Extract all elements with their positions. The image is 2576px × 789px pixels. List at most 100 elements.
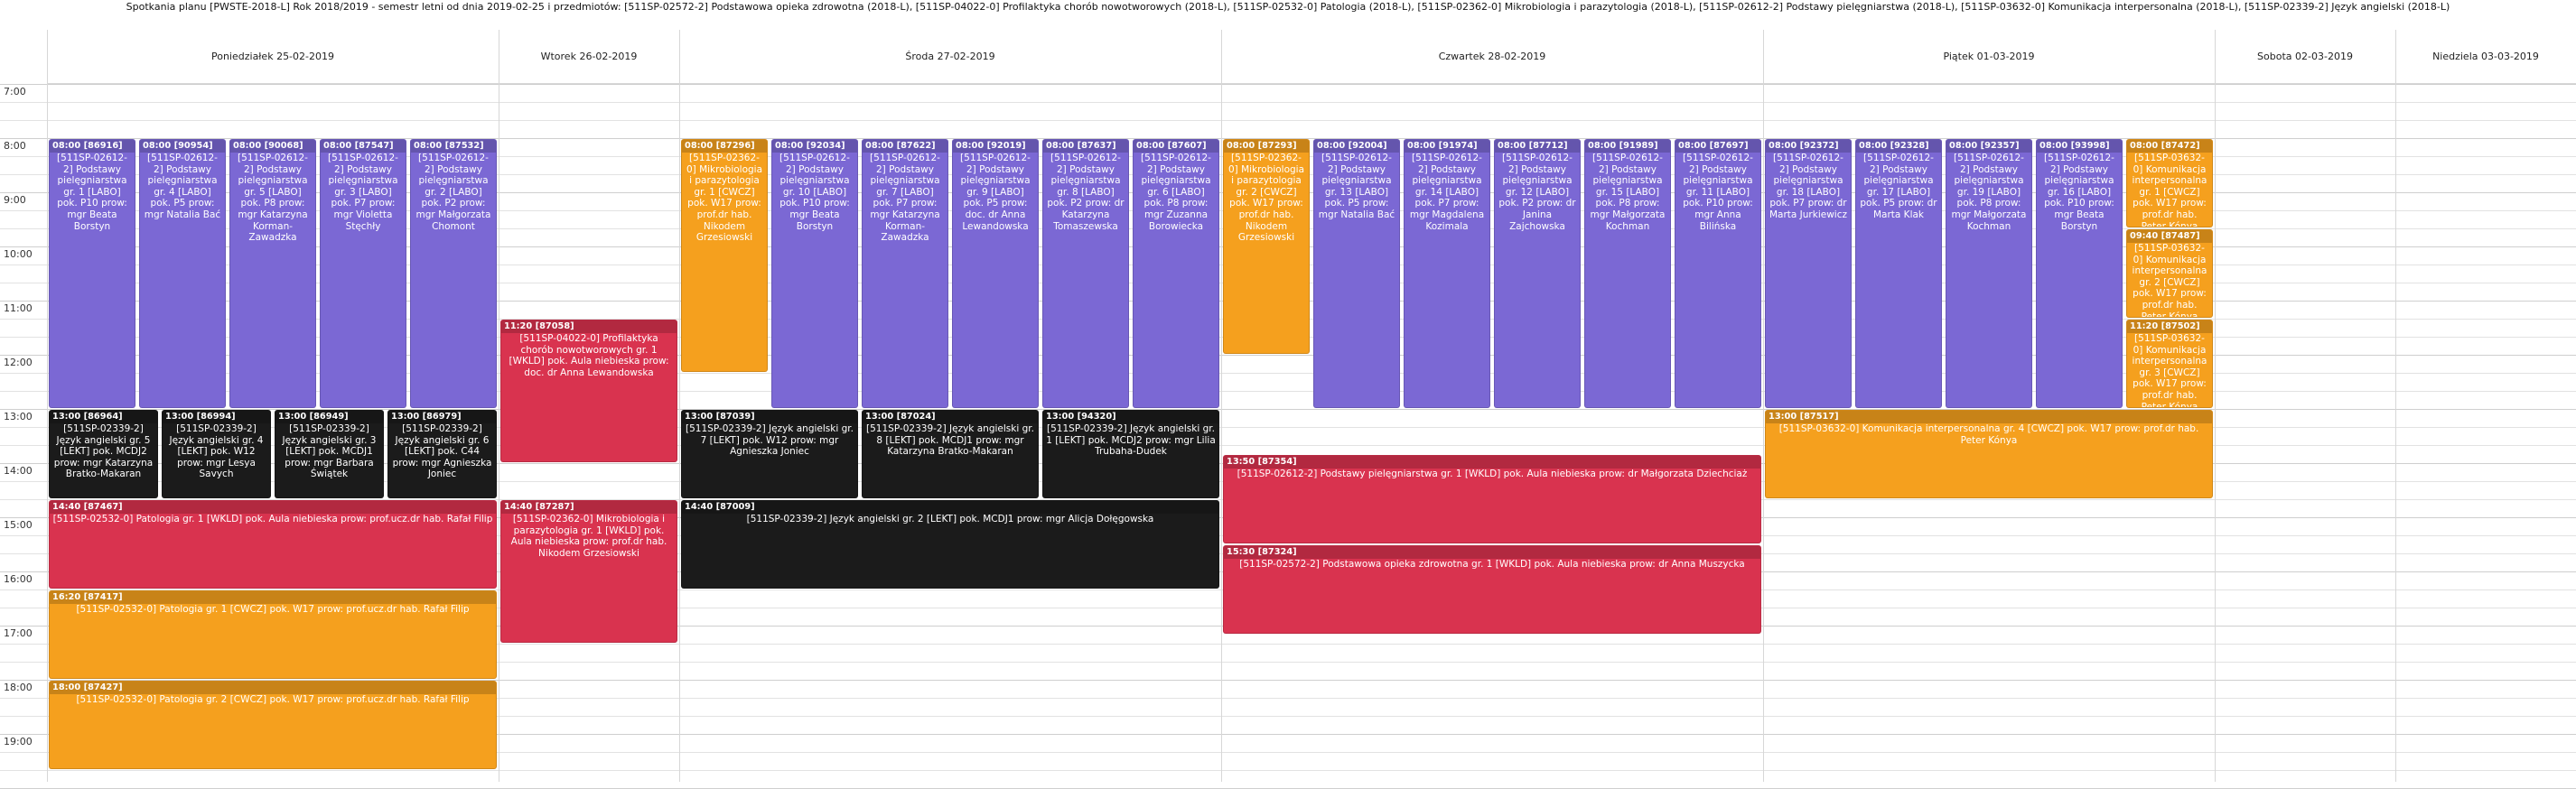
calendar-event[interactable]: 11:20 [87058] [511SP-04022-0] Profilaktyk… bbox=[500, 320, 677, 462]
calendar-event[interactable]: 08:00 [92004] [511SP-02612-2] Podstawy pi… bbox=[1313, 139, 1400, 408]
calendar-event[interactable]: 08:00 [90068] [511SP-02612-2] Podstawy pi… bbox=[229, 139, 316, 408]
calendar-event[interactable]: 08:00 [87293] [511SP-02362-0] Mikrobiolog… bbox=[1223, 139, 1310, 354]
event-description: [511SP-02339-2] Język angielski gr. 2 [L… bbox=[746, 514, 1154, 524]
event-description: [511SP-02612-2] Podstawy pielęgniarstwa … bbox=[144, 153, 221, 220]
calendar-event[interactable]: 08:00 [87637] [511SP-02612-2] Podstawy pi… bbox=[1042, 139, 1129, 408]
event-description: [511SP-02339-2] Język angielski gr. 6 [L… bbox=[392, 423, 492, 480]
day-header[interactable]: Środa 27-02-2019 bbox=[679, 30, 1221, 84]
event-time-header: 11:20 [87058] bbox=[501, 320, 677, 333]
event-time-header: 09:40 [87487] bbox=[2127, 230, 2212, 243]
event-description: [511SP-02362-0] Mikrobiologia i parazyto… bbox=[510, 514, 667, 559]
calendar-event[interactable]: 18:00 [87427] [511SP-02532-0] Patologia g… bbox=[49, 681, 497, 769]
page-title: Spotkania planu [PWSTE-2018-L] Rok 2018/… bbox=[126, 1, 2450, 13]
event-description: [511SP-04022-0] Profilaktyka chorób nowo… bbox=[509, 333, 669, 378]
calendar-event[interactable]: 14:40 [87287] [511SP-02362-0] Mikrobiolog… bbox=[500, 500, 677, 643]
calendar-event[interactable]: 08:00 [92357] [511SP-02612-2] Podstawy pi… bbox=[1946, 139, 2032, 408]
day-divider bbox=[679, 30, 680, 782]
event-time-header: 13:00 [86949] bbox=[275, 411, 383, 423]
hour-label: 16:00 bbox=[4, 573, 33, 585]
calendar-event[interactable]: 13:00 [87039] [511SP-02339-2] Język angie… bbox=[681, 410, 858, 498]
calendar-event[interactable]: 08:00 [92034] [511SP-02612-2] Podstawy pi… bbox=[771, 139, 858, 408]
calendar-event[interactable]: 08:00 [87547] [511SP-02612-2] Podstawy pi… bbox=[320, 139, 406, 408]
calendar-event[interactable]: 13:00 [86994] [511SP-02339-2] Język angie… bbox=[162, 410, 271, 498]
event-time-header: 08:00 [87472] bbox=[2127, 140, 2212, 153]
event-time-header: 18:00 [87427] bbox=[50, 682, 496, 694]
event-time-header: 14:40 [87287] bbox=[501, 501, 677, 514]
event-description: [511SP-02612-2] Podstawy pielęgniarstwa … bbox=[1590, 153, 1666, 232]
event-description: [511SP-02339-2] Język angielski gr. 4 [L… bbox=[169, 423, 264, 480]
calendar-event[interactable]: 08:00 [87472] [511SP-03632-0] Komunikacja… bbox=[2126, 139, 2213, 227]
event-time-header: 08:00 [92372] bbox=[1766, 140, 1851, 153]
calendar-event[interactable]: 08:00 [93998] [511SP-02612-2] Podstawy pi… bbox=[2036, 139, 2123, 408]
calendar-event[interactable]: 08:00 [90954] [511SP-02612-2] Podstawy pi… bbox=[139, 139, 226, 408]
time-gridline bbox=[0, 84, 2576, 85]
event-description: [511SP-02612-2] Podstawy pielęgniarstwa … bbox=[1141, 153, 1211, 232]
event-time-header: 08:00 [87622] bbox=[863, 140, 947, 153]
event-description: [511SP-02612-2] Podstawy pielęgniarstwa … bbox=[238, 153, 308, 244]
event-time-header: 08:00 [92328] bbox=[1856, 140, 1941, 153]
hour-label: 11:00 bbox=[4, 302, 33, 314]
event-time-header: 08:00 [90954] bbox=[140, 140, 225, 153]
day-divider bbox=[2215, 30, 2216, 782]
calendar-event[interactable]: 08:00 [87532] [511SP-02612-2] Podstawy pi… bbox=[410, 139, 497, 408]
event-description: [511SP-02612-2] Podstawy pielęgniarstwa … bbox=[1860, 153, 1937, 220]
event-description: [511SP-02532-0] Patologia gr. 2 [CWCZ] p… bbox=[76, 694, 470, 705]
day-header[interactable]: Czwartek 28-02-2019 bbox=[1221, 30, 1763, 84]
calendar-event[interactable]: 08:00 [87712] [511SP-02612-2] Podstawy pi… bbox=[1494, 139, 1581, 408]
event-time-header: 13:00 [86979] bbox=[388, 411, 496, 423]
calendar-event[interactable]: 14:40 [87467] [511SP-02532-0] Patologia g… bbox=[49, 500, 497, 589]
event-description: [511SP-02612-2] Podstawy pielęgniarstwa … bbox=[1498, 153, 1576, 232]
event-time-header: 08:00 [87547] bbox=[321, 140, 406, 153]
calendar-event[interactable]: 13:00 [86949] [511SP-02339-2] Język angie… bbox=[275, 410, 384, 498]
event-time-header: 08:00 [87607] bbox=[1134, 140, 1218, 153]
event-description: [511SP-03632-0] Komunikacja interpersona… bbox=[2132, 153, 2207, 227]
calendar-event[interactable]: 11:20 [87502] [511SP-03632-0] Komunikacja… bbox=[2126, 320, 2213, 408]
event-time-header: 08:00 [87637] bbox=[1043, 140, 1128, 153]
calendar-event[interactable]: 13:00 [86964] [511SP-02339-2] Język angie… bbox=[49, 410, 158, 498]
calendar-event[interactable]: 13:50 [87354] [511SP-02612-2] Podstawy pi… bbox=[1223, 455, 1761, 543]
event-description: [511SP-02612-2] Podstawy pielęgniarstwa … bbox=[779, 153, 850, 232]
event-time-header: 08:00 [92357] bbox=[1946, 140, 2031, 153]
calendar-event[interactable]: 08:00 [86916] [511SP-02612-2] Podstawy pi… bbox=[49, 139, 135, 408]
time-gridline bbox=[0, 770, 2576, 771]
calendar-event[interactable]: 15:30 [87324] [511SP-02572-2] Podstawowa … bbox=[1223, 545, 1761, 634]
event-description: [511SP-02612-2] Podstawy pielęgniarstwa … bbox=[1047, 153, 1125, 232]
event-description: [511SP-02612-2] Podstawy pielęgniarstwa … bbox=[415, 153, 491, 232]
day-header[interactable]: Sobota 02-03-2019 bbox=[2215, 30, 2395, 84]
hour-label: 17:00 bbox=[4, 627, 33, 639]
event-time-header: 08:00 [87296] bbox=[682, 140, 767, 153]
day-header[interactable]: Niedziela 03-03-2019 bbox=[2395, 30, 2576, 84]
day-header[interactable]: Poniedziałek 25-02-2019 bbox=[47, 30, 499, 84]
event-time-header: 08:00 [90068] bbox=[230, 140, 315, 153]
calendar-event[interactable]: 13:00 [87517] [511SP-03632-0] Komunikacja… bbox=[1765, 410, 2213, 498]
calendar-event[interactable]: 08:00 [92328] [511SP-02612-2] Podstawy pi… bbox=[1855, 139, 1942, 408]
event-time-header: 08:00 [87712] bbox=[1495, 140, 1580, 153]
event-time-header: 08:00 [87697] bbox=[1675, 140, 1760, 153]
calendar-event[interactable]: 08:00 [92019] [511SP-02612-2] Podstawy pi… bbox=[952, 139, 1039, 408]
calendar-event[interactable]: 08:00 [87607] [511SP-02612-2] Podstawy pi… bbox=[1133, 139, 1219, 408]
calendar-event[interactable]: 16:20 [87417] [511SP-02532-0] Patologia g… bbox=[49, 590, 497, 679]
calendar-event[interactable]: 13:00 [86979] [511SP-02339-2] Język angie… bbox=[387, 410, 497, 498]
calendar-event[interactable]: 08:00 [87622] [511SP-02612-2] Podstawy pi… bbox=[862, 139, 948, 408]
calendar-event[interactable]: 09:40 [87487] [511SP-03632-0] Komunikacja… bbox=[2126, 229, 2213, 318]
calendar-event[interactable]: 08:00 [92372] [511SP-02612-2] Podstawy pi… bbox=[1765, 139, 1852, 408]
event-description: [511SP-02339-2] Język angielski gr. 8 [L… bbox=[866, 423, 1034, 458]
event-time-header: 08:00 [86916] bbox=[50, 140, 135, 153]
calendar-event[interactable]: 08:00 [87296] [511SP-02362-0] Mikrobiolog… bbox=[681, 139, 768, 372]
calendar-event[interactable]: 13:00 [94320] [511SP-02339-2] Język angie… bbox=[1042, 410, 1219, 498]
calendar-event[interactable]: 08:00 [91989] [511SP-02612-2] Podstawy pi… bbox=[1584, 139, 1671, 408]
event-description: [511SP-03632-0] Komunikacja interpersona… bbox=[2132, 243, 2207, 318]
event-time-header: 08:00 [92004] bbox=[1314, 140, 1399, 153]
event-time-header: 08:00 [93998] bbox=[2037, 140, 2122, 153]
calendar-event[interactable]: 13:00 [87024] [511SP-02339-2] Język angie… bbox=[862, 410, 1039, 498]
event-description: [511SP-02362-0] Mikrobiologia i parazyto… bbox=[686, 153, 763, 244]
day-header[interactable]: Wtorek 26-02-2019 bbox=[499, 30, 679, 84]
calendar-event[interactable]: 08:00 [87697] [511SP-02612-2] Podstawy pi… bbox=[1675, 139, 1761, 408]
event-description: [511SP-02612-2] Podstawy pielęgniarstwa … bbox=[1769, 153, 1847, 220]
day-header[interactable]: Piątek 01-03-2019 bbox=[1763, 30, 2215, 84]
event-description: [511SP-03632-0] Komunikacja interpersona… bbox=[2132, 333, 2207, 408]
calendar-event[interactable]: 14:40 [87009] [511SP-02339-2] Język angie… bbox=[681, 500, 1219, 589]
calendar-event[interactable]: 08:00 [91974] [511SP-02612-2] Podstawy pi… bbox=[1404, 139, 1490, 408]
hour-label: 8:00 bbox=[4, 140, 26, 152]
day-divider bbox=[1221, 30, 1222, 782]
